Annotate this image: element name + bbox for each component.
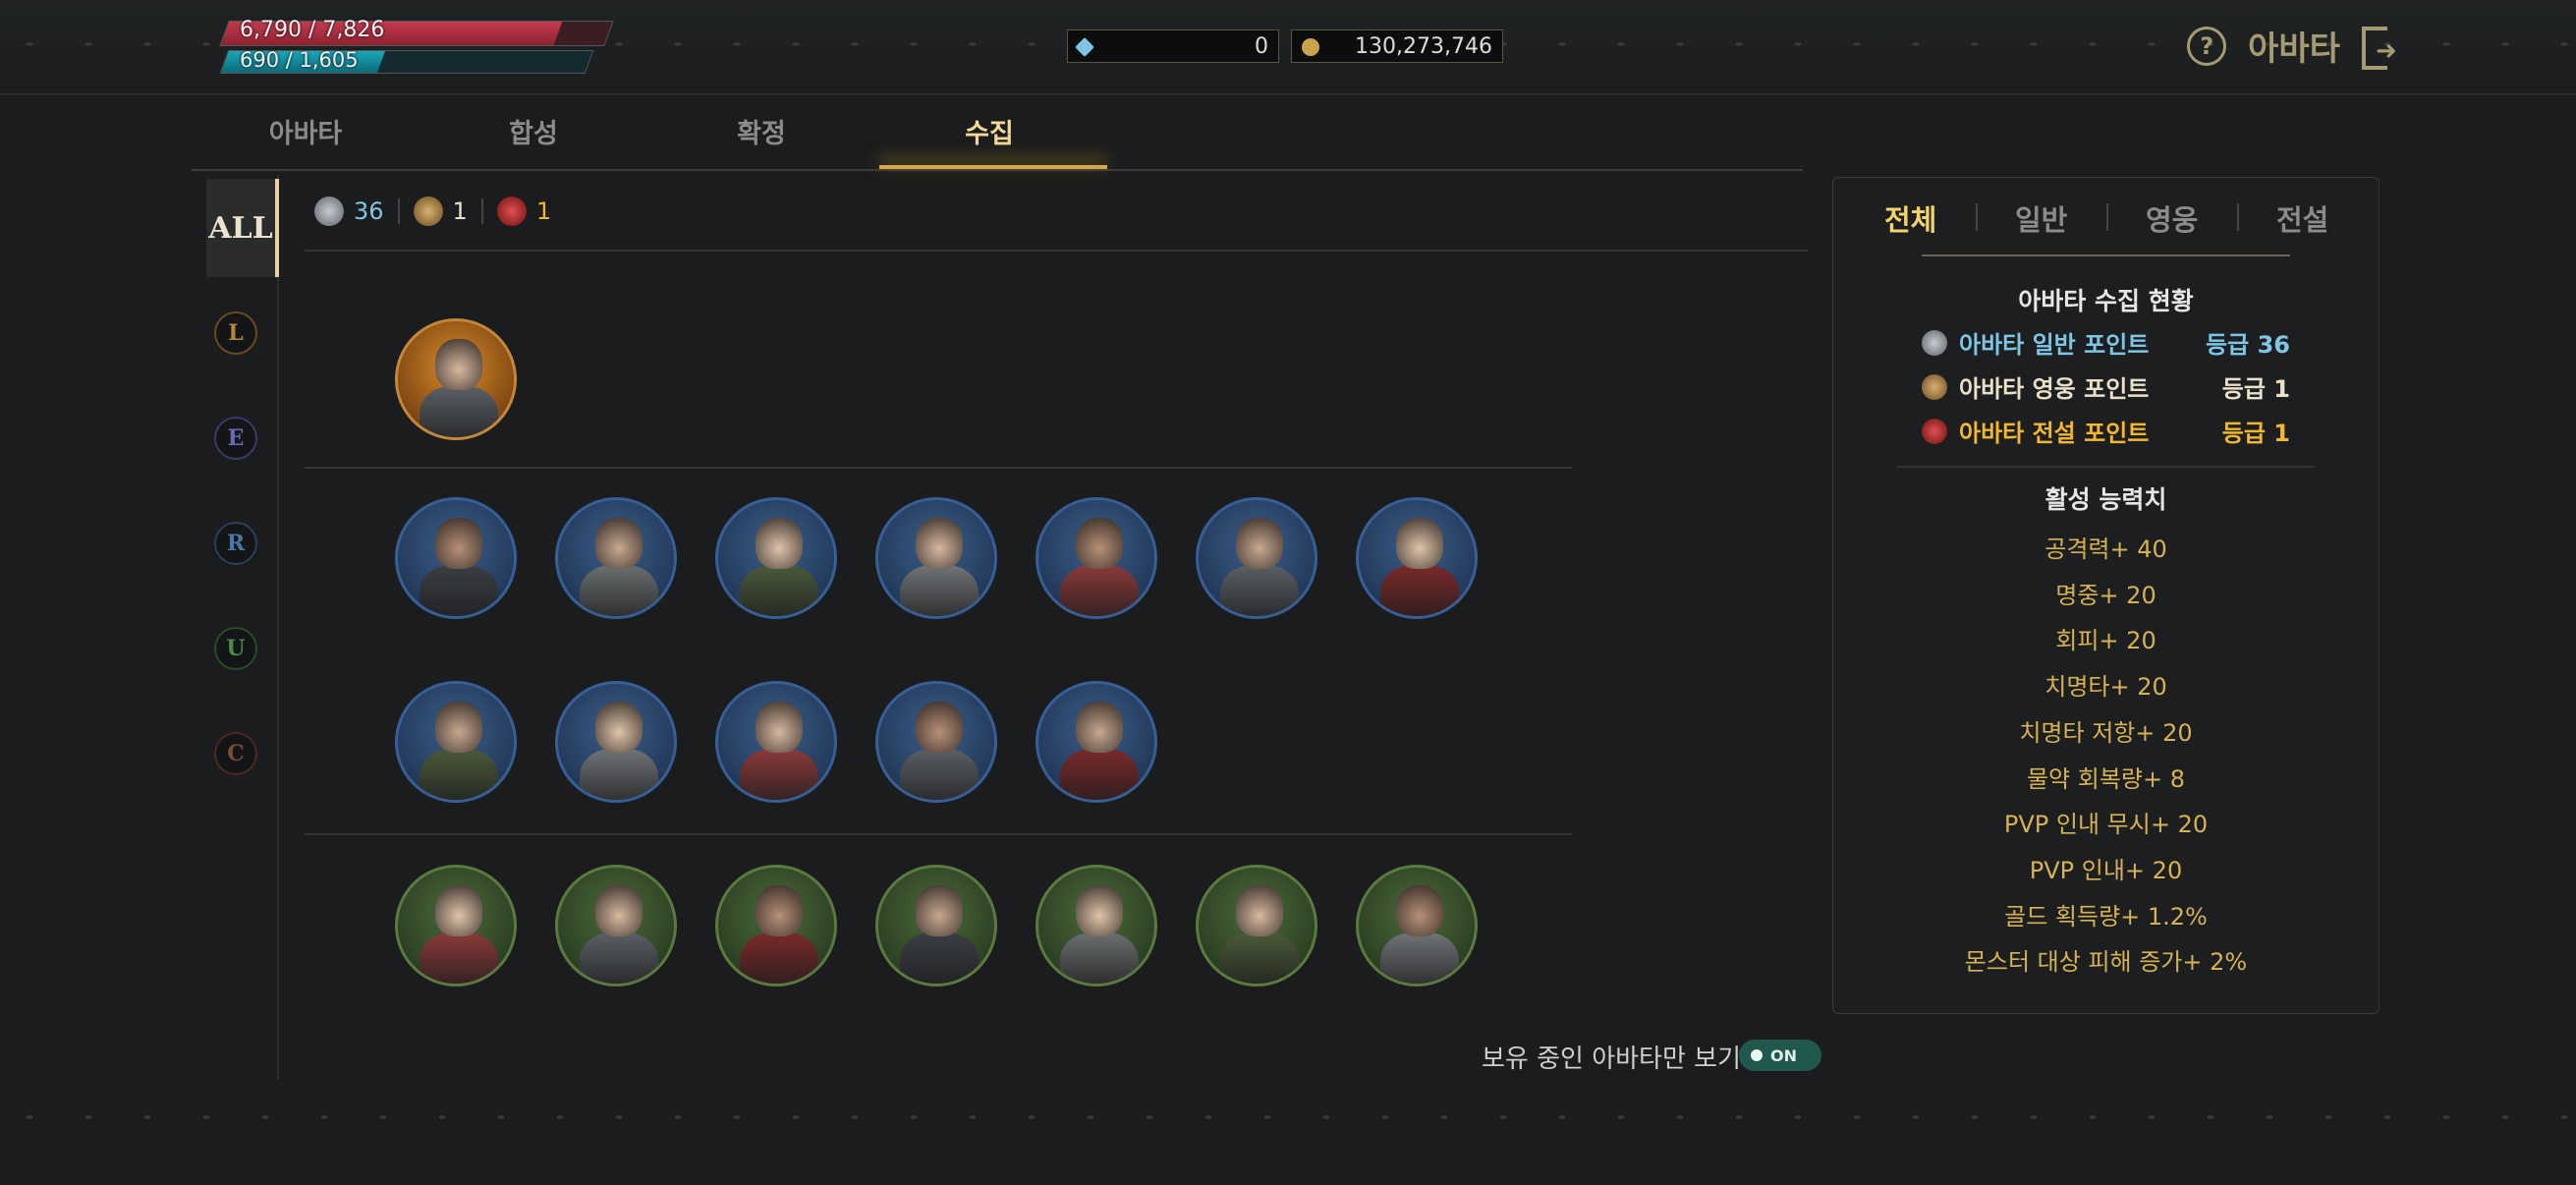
help-icon[interactable]: ? <box>2187 26 2227 66</box>
point-counts: 36 1 1 <box>314 197 551 226</box>
gold-currency[interactable]: 130,273,746 <box>1291 29 1503 63</box>
filter-grade-l[interactable]: L <box>214 311 257 355</box>
stat-item: PVP 인내 무시+ 20 <box>2003 811 2209 839</box>
gold-value: 130,273,746 <box>1355 33 1492 59</box>
filter-tab-normal[interactable]: 일반 <box>2015 198 2067 239</box>
stat-item: 물약 회복량+ 8 <box>2026 764 2186 793</box>
gold-coin-icon <box>1302 38 1319 56</box>
tab-collection[interactable]: 수집 <box>875 112 1103 150</box>
stat-item: 몬스터 대상 피해 증가+ 2% <box>1964 948 2248 977</box>
avatar-portrait[interactable] <box>875 865 997 987</box>
avatar-portrait[interactable] <box>395 865 517 987</box>
avatar-portrait[interactable] <box>875 497 997 619</box>
avatar-portrait[interactable] <box>555 865 677 987</box>
avatar-portrait[interactable] <box>1196 865 1317 987</box>
avatar-portrait[interactable] <box>1196 497 1317 619</box>
main-tabs: 아바타 합성 확정 수집 <box>192 98 1803 171</box>
stat-item: 공격력+ 40 <box>2044 536 2167 563</box>
filter-grade-c[interactable]: C <box>214 732 257 775</box>
avatar-portrait[interactable] <box>715 681 837 803</box>
diamond-value: 0 <box>1255 33 1268 59</box>
hero-count: 1 <box>452 198 468 225</box>
collection-title: 아바타 수집 현황 <box>2018 287 2194 315</box>
avatar-portrait[interactable] <box>395 497 517 619</box>
divider <box>305 250 1808 252</box>
avatar-portrait[interactable] <box>1036 681 1157 803</box>
owned-only-label: 보유 중인 아바타만 보기 <box>1482 1044 1741 1074</box>
owned-only-toggle[interactable]: ON <box>1739 1040 1821 1071</box>
normal-count: 36 <box>354 198 384 225</box>
active-tab-indicator <box>879 165 1107 169</box>
avatar-portrait[interactable] <box>715 497 837 619</box>
ornament-divider <box>1922 254 2290 256</box>
filter-grade-r[interactable]: R <box>214 522 257 565</box>
stat-item: 명중+ 20 <box>2055 581 2156 609</box>
avatar-portrait[interactable] <box>1036 865 1157 987</box>
collection-status-panel: 전체 일반 영웅 전설 아바타 수집 현황 아바타 일반 포인트 등급 36 아… <box>1832 177 2380 1014</box>
tab-synthesis[interactable]: 합성 <box>420 112 647 150</box>
avatar-portrait[interactable] <box>1036 497 1157 619</box>
exit-icon[interactable]: ➜ <box>2362 26 2399 70</box>
filter-grade-u[interactable]: U <box>214 627 257 670</box>
avatar-portrait[interactable] <box>395 681 517 803</box>
normal-point-icon <box>314 197 344 226</box>
legend-point-row: 아바타 전설 포인트 등급 1 <box>1922 414 2290 448</box>
tab-avatar[interactable]: 아바타 <box>192 112 420 150</box>
legend-point-icon <box>496 197 527 226</box>
avatar-portrait[interactable] <box>555 497 677 619</box>
divider <box>305 467 1572 469</box>
hero-point-icon <box>1922 373 1947 400</box>
filter-tab-legend[interactable]: 전설 <box>2276 198 2328 239</box>
page-title: 아바타 <box>2248 29 2340 69</box>
stat-item: 회피+ 20 <box>2055 627 2156 655</box>
stat-item: 골드 획득량+ 1.2% <box>2004 902 2208 931</box>
diamond-currency[interactable]: 0 <box>1067 29 1279 63</box>
ornament-border <box>0 1102 2576 1132</box>
stat-item: PVP 인내+ 20 <box>2029 856 2183 884</box>
normal-point-row: 아바타 일반 포인트 등급 36 <box>1922 325 2290 360</box>
legend-point-icon <box>1922 418 1947 444</box>
normal-point-icon <box>1922 329 1947 356</box>
active-stats-title: 활성 능력치 <box>2044 485 2167 514</box>
tab-confirm[interactable]: 확정 <box>647 112 875 150</box>
avatar-portrait[interactable] <box>395 318 517 440</box>
filter-all-button[interactable]: ALL <box>206 179 279 277</box>
avatar-portrait[interactable] <box>1356 865 1478 987</box>
stat-item: 치명타 저항+ 20 <box>2019 718 2193 747</box>
filter-tab-hero[interactable]: 영웅 <box>2146 198 2198 239</box>
divider <box>1897 466 2315 468</box>
hero-point-row: 아바타 영웅 포인트 등급 1 <box>1922 369 2290 404</box>
avatar-portrait[interactable] <box>555 681 677 803</box>
hero-point-icon <box>413 197 443 226</box>
diamond-icon <box>1075 37 1094 57</box>
avatar-portrait[interactable] <box>1356 497 1478 619</box>
header-right: ? 아바타 ➜ <box>2187 22 2399 70</box>
filter-grade-e[interactable]: E <box>214 417 257 460</box>
filter-tab-all[interactable]: 전체 <box>1884 198 1936 239</box>
mp-text: 690 / 1,605 <box>240 48 359 72</box>
legend-count: 1 <box>535 198 552 225</box>
avatar-portrait[interactable] <box>875 681 997 803</box>
avatar-portrait[interactable] <box>715 865 837 987</box>
divider <box>305 833 1572 835</box>
stat-item: 치명타+ 20 <box>2044 673 2167 702</box>
hp-text: 6,790 / 7,826 <box>240 18 385 42</box>
